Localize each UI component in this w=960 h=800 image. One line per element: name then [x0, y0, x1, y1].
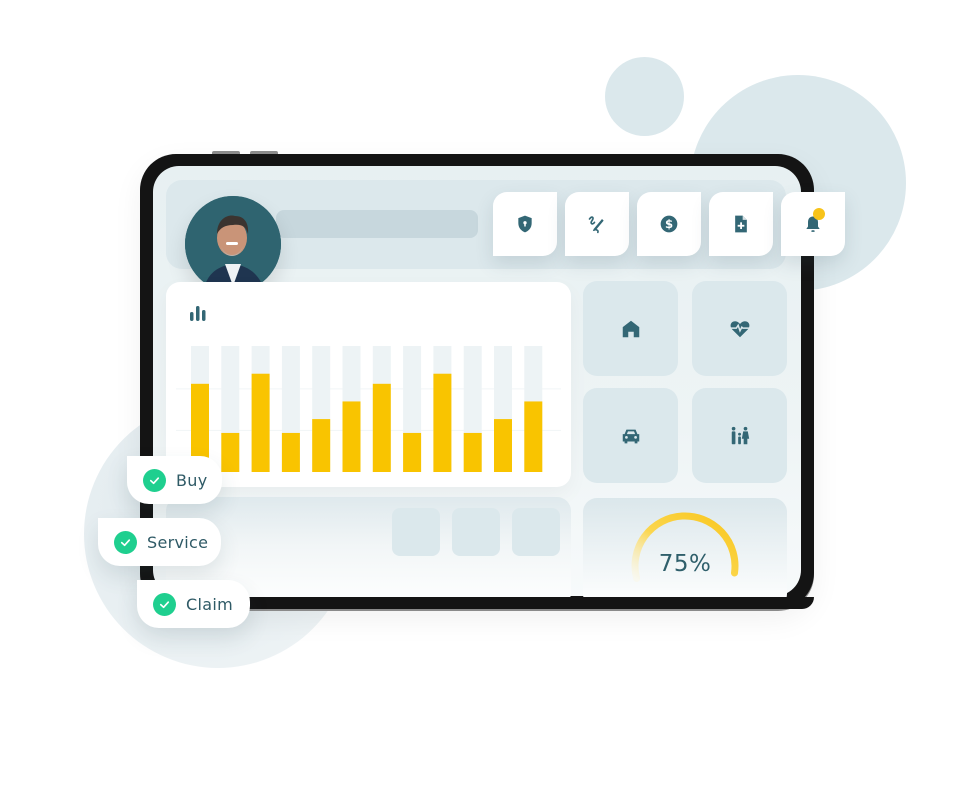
category-home[interactable] [583, 281, 678, 376]
bar-6[interactable] [342, 401, 361, 472]
svg-text:$: $ [665, 217, 673, 231]
signature-pen-icon [588, 216, 604, 234]
step-label: Buy [176, 470, 208, 490]
file-plus-icon [735, 215, 747, 233]
category-health[interactable] [692, 281, 787, 376]
home-icon [622, 320, 639, 337]
step-label: Service [147, 532, 209, 552]
search-bar[interactable] [276, 210, 478, 238]
bar-8[interactable] [403, 432, 422, 472]
family-icon [731, 426, 749, 444]
dollar-icon: $ [660, 215, 678, 233]
notifications-button[interactable] [781, 192, 845, 256]
check-circle-icon [143, 468, 166, 492]
heart-pulse-icon [730, 320, 749, 337]
bar-12[interactable] [524, 401, 543, 472]
shield-lock-icon [518, 215, 532, 233]
step-service[interactable]: Service [98, 518, 221, 566]
car-icon [622, 429, 639, 443]
security-button[interactable] [493, 192, 557, 256]
check-circle-icon [114, 530, 137, 554]
category-auto[interactable] [583, 388, 678, 483]
avatar[interactable] [185, 196, 281, 292]
category-family[interactable] [692, 388, 787, 483]
new-document-button[interactable] [709, 192, 773, 256]
person-photo [185, 196, 281, 292]
step-buy[interactable]: Buy [127, 456, 222, 504]
bar-11[interactable] [494, 419, 512, 472]
check-circle-icon [153, 592, 176, 616]
shortcut-tile-2[interactable] [452, 508, 500, 556]
bar-chart-icon [190, 306, 206, 321]
payments-button[interactable]: $ [637, 192, 701, 256]
bar-2[interactable] [221, 432, 240, 472]
shortcut-tile-1[interactable] [392, 508, 440, 556]
progress-value: 75% [658, 551, 712, 577]
bar-4[interactable] [281, 432, 300, 472]
notification-badge [813, 208, 825, 220]
sign-button[interactable] [565, 192, 629, 256]
bar-3[interactable] [251, 373, 270, 472]
bar-10[interactable] [463, 432, 482, 472]
bar-9[interactable] [433, 373, 452, 472]
step-label: Claim [186, 594, 233, 614]
decor-circle-small [605, 57, 684, 136]
bar-5[interactable] [312, 419, 331, 472]
bar-chart [176, 346, 561, 472]
bar-7[interactable] [372, 383, 391, 472]
shortcut-tile-3[interactable] [512, 508, 560, 556]
step-claim[interactable]: Claim [137, 580, 250, 628]
